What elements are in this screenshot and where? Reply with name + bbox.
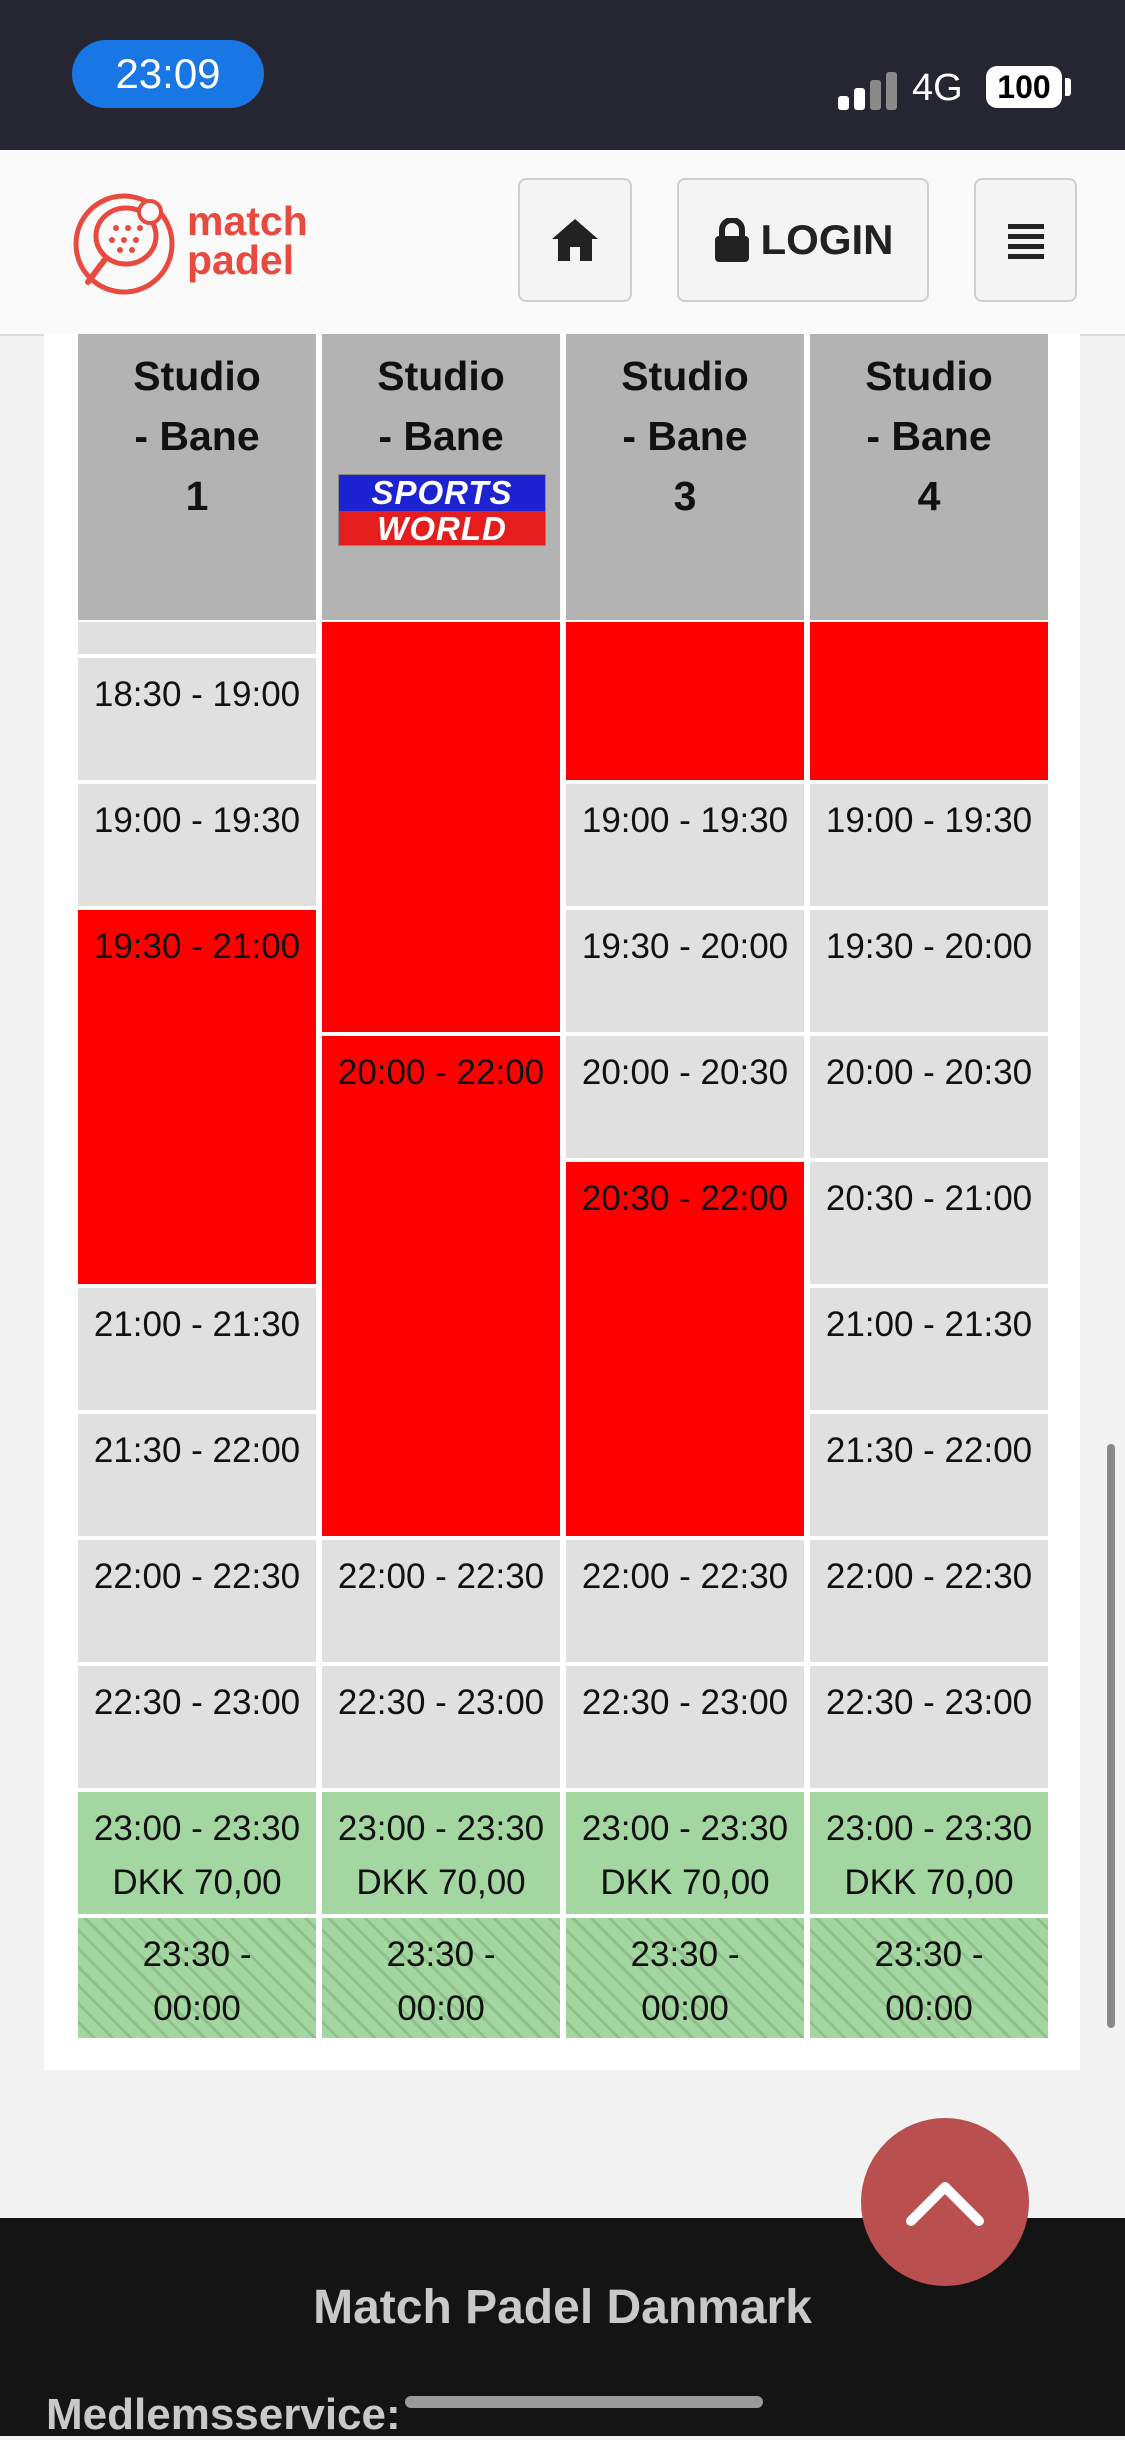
time-slot[interactable] <box>78 622 316 654</box>
unavailable-slot: 23:30 - 00:00 <box>810 1918 1048 2038</box>
battery-icon: 100 <box>986 66 1062 108</box>
booking-grid: Studio - Bane 1 Studio - Bane 2 SPORTS W… <box>78 334 1048 2038</box>
status-time: 23:09 <box>72 40 264 108</box>
time-slot[interactable]: 22:30 - 23:00 <box>810 1666 1048 1788</box>
unavailable-slot: 23:30 - 00:00 <box>566 1918 804 2038</box>
court-name: Studio - Bane 1 <box>133 353 261 519</box>
site-header: match padel LOGIN <box>0 150 1125 336</box>
sports-world-logo: SPORTS WORLD <box>338 474 546 546</box>
match-padel-logo[interactable]: match padel <box>72 192 332 296</box>
booked-slot[interactable] <box>322 622 560 1032</box>
court-name: Studio - Bane 3 <box>621 353 749 519</box>
booked-slot[interactable]: 20:00 - 22:00 <box>322 1036 560 1536</box>
time-slot[interactable]: 20:00 - 20:30 <box>810 1036 1048 1158</box>
court-name: Studio - Bane 4 <box>865 353 993 519</box>
time-slot[interactable]: 19:00 - 19:30 <box>78 784 316 906</box>
time-slot[interactable]: 21:30 - 22:00 <box>810 1414 1048 1536</box>
booked-slot[interactable] <box>566 622 804 780</box>
discount-slot[interactable]: 23:00 - 23:30 DKK 70,00 <box>78 1792 316 1914</box>
court-header-2: Studio - Bane 2 SPORTS WORLD <box>322 334 560 620</box>
home-icon <box>552 219 598 261</box>
time-slot[interactable]: 19:00 - 19:30 <box>566 784 804 906</box>
chevron-up-icon <box>906 2182 984 2226</box>
time-slot[interactable]: 21:30 - 22:00 <box>78 1414 316 1536</box>
time-slot[interactable]: 18:30 - 19:00 <box>78 658 316 780</box>
discount-slot[interactable]: 23:00 - 23:30 DKK 70,00 <box>322 1792 560 1914</box>
time-slot[interactable]: 19:30 - 20:00 <box>566 910 804 1032</box>
court-header-3: Studio - Bane 3 <box>566 334 804 620</box>
unavailable-slot: 23:30 - 00:00 <box>78 1918 316 2038</box>
time-slot[interactable]: 22:00 - 22:30 <box>322 1540 560 1662</box>
time-slot[interactable]: 20:30 - 21:00 <box>810 1162 1048 1284</box>
time-slot[interactable]: 22:30 - 23:00 <box>566 1666 804 1788</box>
time-slot[interactable]: 22:00 - 22:30 <box>810 1540 1048 1662</box>
logo-text: match padel <box>187 198 308 283</box>
time-slot[interactable]: 19:00 - 19:30 <box>810 784 1048 906</box>
login-label: LOGIN <box>760 216 894 263</box>
lock-icon <box>714 218 749 262</box>
booked-slot[interactable] <box>810 622 1048 780</box>
signal-icon <box>838 70 898 110</box>
footer-title: Match Padel Danmark <box>313 2281 812 2334</box>
time-slot[interactable]: 19:30 - 20:00 <box>810 910 1048 1032</box>
time-slot[interactable]: 22:30 - 23:00 <box>78 1666 316 1788</box>
status-bar: 23:09 4G 100 <box>0 0 1125 150</box>
court-header-4: Studio - Bane 4 <box>810 334 1048 620</box>
booked-slot[interactable]: 19:30 - 21:00 <box>78 910 316 1284</box>
time-slot[interactable]: 21:00 - 21:30 <box>810 1288 1048 1410</box>
discount-slot[interactable]: 23:00 - 23:30 DKK 70,00 <box>810 1792 1048 1914</box>
time-slot[interactable]: 21:00 - 21:30 <box>78 1288 316 1410</box>
home-indicator <box>405 2396 763 2408</box>
padel-racket-icon <box>73 193 175 295</box>
battery-tip <box>1065 78 1071 96</box>
booked-slot[interactable]: 20:30 - 22:00 <box>566 1162 804 1536</box>
scrollbar[interactable] <box>1107 1444 1115 2028</box>
footer-subtitle: Medlemsservice: <box>46 2390 401 2439</box>
court-header-1: Studio - Bane 1 <box>78 334 316 620</box>
hamburger-icon <box>1007 224 1044 259</box>
network-label: 4G <box>912 67 963 109</box>
time-slot[interactable]: 22:00 - 22:30 <box>566 1540 804 1662</box>
login-button[interactable]: LOGIN <box>677 178 929 302</box>
time-slot[interactable]: 20:00 - 20:30 <box>566 1036 804 1158</box>
menu-button[interactable] <box>974 178 1077 302</box>
time-slot[interactable]: 22:00 - 22:30 <box>78 1540 316 1662</box>
scroll-to-top-button[interactable] <box>861 2118 1029 2286</box>
discount-slot[interactable]: 23:00 - 23:30 DKK 70,00 <box>566 1792 804 1914</box>
unavailable-slot: 23:30 - 00:00 <box>322 1918 560 2038</box>
time-slot[interactable]: 22:30 - 23:00 <box>322 1666 560 1788</box>
home-button[interactable] <box>518 178 632 302</box>
